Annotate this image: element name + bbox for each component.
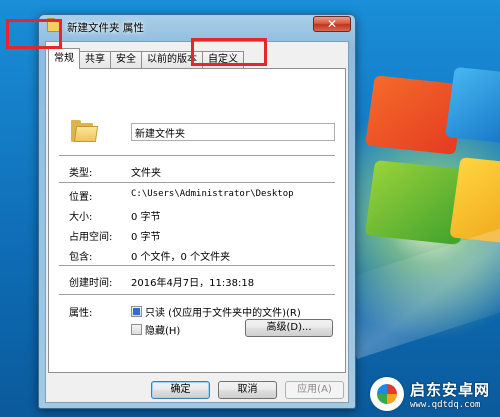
readonly-label: 只读 (仅应用于文件夹中的文件)(R) [145,308,301,319]
dialog-client-area: 常规 共享 安全 以前的版本 自定义 类型: 文件夹 位置: C:\Users\… [45,41,349,403]
window-title: 新建文件夹 属性 [67,22,144,34]
disk-size-label: 占用空间: [69,232,113,243]
readonly-option[interactable]: 只读 (仅应用于文件夹中的文件)(R) [131,304,301,319]
separator [59,155,335,157]
created-value: 2016年4月7日，11:38:18 [131,278,255,289]
size-value: 0 字节 [131,212,161,223]
hidden-option[interactable]: 隐藏(H) [131,322,180,337]
tab-customize[interactable]: 自定义 [202,51,244,69]
contains-label: 包含: [69,252,93,263]
tab-previous-versions[interactable]: 以前的版本 [141,51,203,69]
watermark-url: www.qdtdq.com [410,399,481,410]
folder-title-icon [47,18,61,32]
tab-strip: 常规 共享 安全 以前的版本 自定义 [48,48,244,69]
hidden-checkbox[interactable] [131,324,142,335]
tab-security[interactable]: 安全 [110,51,142,69]
location-label: 位置: [69,192,93,203]
close-button[interactable]: ✕ [313,16,351,32]
readonly-checkbox[interactable] [131,306,142,317]
watermark-logo-icon [370,377,404,411]
apply-button: 应用(A) [285,381,344,399]
location-value: C:\Users\Administrator\Desktop [131,189,294,199]
separator [59,182,335,184]
ok-button[interactable]: 确定 [151,381,210,399]
separator [59,294,335,296]
folder-name-input[interactable] [131,123,335,141]
separator [59,265,335,267]
watermark-name: 启东安卓网 [410,380,491,399]
disk-size-value: 0 字节 [131,232,161,243]
advanced-button[interactable]: 高级(D)... [245,319,333,337]
created-label: 创建时间: [69,278,113,289]
hidden-label: 隐藏(H) [145,326,181,337]
contains-value: 0 个文件，0 个文件夹 [131,252,231,263]
tab-sharing[interactable]: 共享 [79,51,111,69]
general-tab-panel: 类型: 文件夹 位置: C:\Users\Administrator\Deskt… [48,68,346,373]
type-label: 类型: [69,168,93,179]
attributes-label: 属性: [69,308,93,319]
title-bar[interactable]: 新建文件夹 属性 ✕ [39,15,355,39]
folder-icon [71,120,99,142]
cancel-button[interactable]: 取消 [218,381,277,399]
type-value: 文件夹 [131,168,161,179]
properties-dialog: 新建文件夹 属性 ✕ 常规 共享 安全 以前的版本 自定义 类型: 文件夹 位置… [38,14,356,409]
tab-general[interactable]: 常规 [48,48,80,69]
watermark: 启东安卓网 www.qdtdq.com [370,375,490,413]
size-label: 大小: [69,212,93,223]
